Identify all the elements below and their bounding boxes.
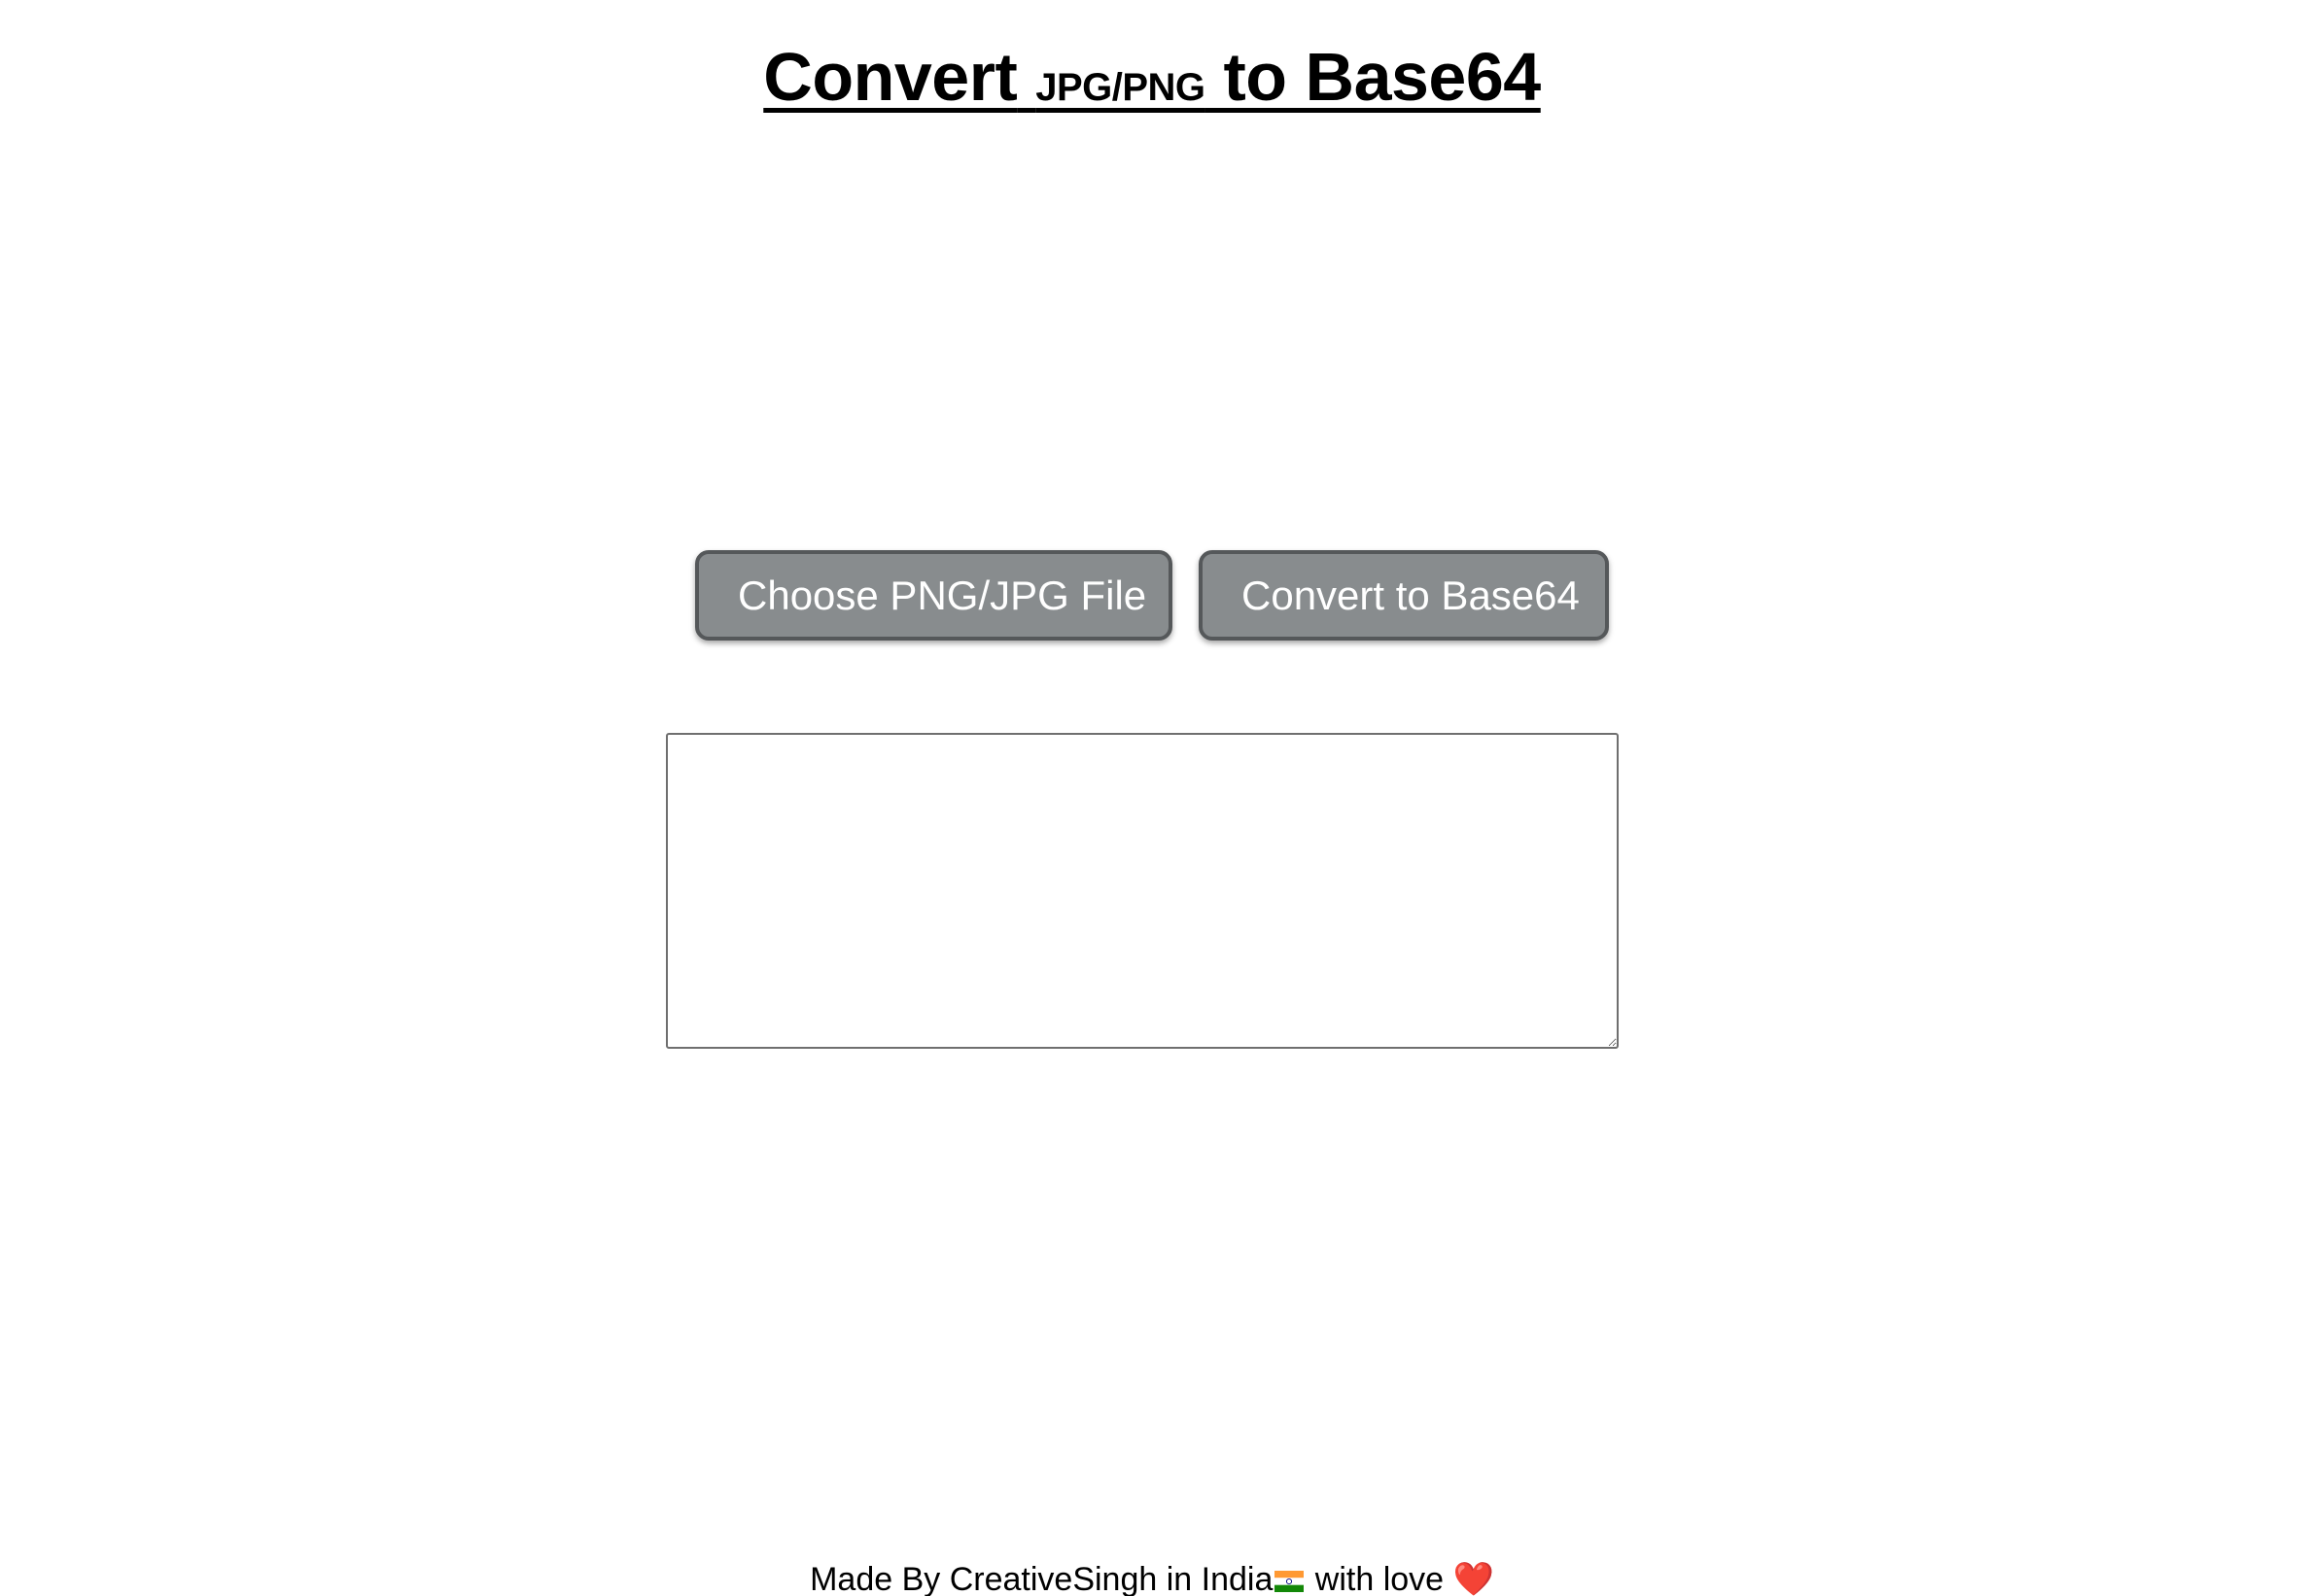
footer-text: Made By CreativeSingh in India [810,1561,1274,1596]
title-convert: Convert [763,39,1018,115]
output-area [666,733,1619,1049]
footer-love-text: with love [1306,1561,1453,1596]
page-title: Convert JPG/PNG to Base64 [0,33,2304,131]
heart-icon: ❤️ [1452,1561,1494,1596]
title-base64: to Base64 [1223,39,1542,115]
footer-credit: Made By CreativeSingh in India with love… [0,1558,2304,1596]
action-buttons: Choose PNG/JPG File Convert to Base64 [0,550,2304,641]
convert-button[interactable]: Convert to Base64 [1199,550,1609,641]
choose-file-button[interactable]: Choose PNG/JPG File [695,550,1172,641]
title-format: JPG/PNG [1035,66,1205,109]
india-flag-icon [1274,1560,1305,1592]
page: Convert JPG/PNG to Base64 Choose PNG/JPG… [0,0,2304,1596]
base64-output-textarea[interactable] [666,733,1619,1049]
